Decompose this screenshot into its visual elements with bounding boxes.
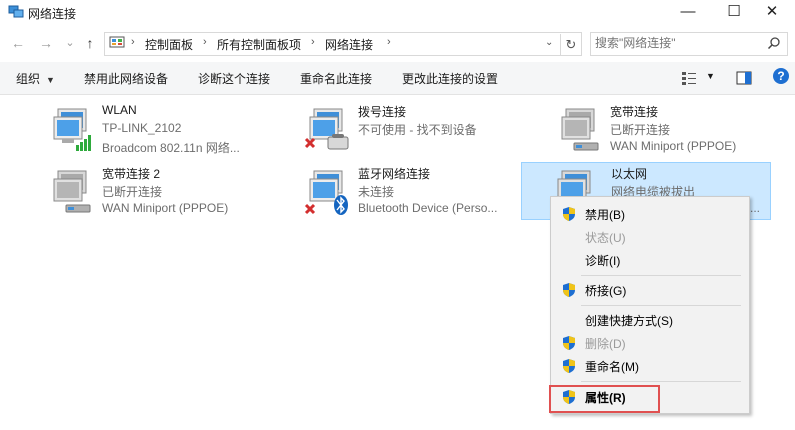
connection-status: 已断开连接 <box>610 123 671 137</box>
connection-name: 宽带连接 2 <box>102 167 161 181</box>
breadcrumb-separator[interactable]: › <box>311 36 315 48</box>
recent-locations-button[interactable]: ⌄ <box>62 35 78 51</box>
minimize-button[interactable]: — <box>665 0 711 26</box>
wireless-network-icon <box>53 108 91 151</box>
up-button[interactable]: ↑ <box>82 35 98 51</box>
address-dropdown-icon[interactable]: ⌄ <box>545 37 553 48</box>
diagnose-button[interactable]: 诊断这个连接 <box>198 70 270 87</box>
change-settings-button[interactable]: 更改此连接的设置 <box>402 70 498 87</box>
menu-item-label: 状态(U) <box>585 231 626 245</box>
breadcrumb-network-connections[interactable]: 网络连接 <box>325 36 373 53</box>
connection-wlan[interactable]: WLAN TP-LINK_2102 Broadcom 802.11n 网络... <box>44 101 294 157</box>
menu-item-delete[interactable]: 删除(D) <box>551 332 749 354</box>
connection-broadband-2[interactable]: 宽带连接 2 已断开连接 WAN Miniport (PPPOE) <box>44 163 294 219</box>
connection-device: Broadcom 802.11n 网络... <box>102 141 240 155</box>
breadcrumb-control-panel[interactable]: 控制面板 <box>145 36 193 53</box>
address-row: ← → ⌄ ↑ › 控制面板 › 所有控制面板项 › 网络连接 › ⌄ ↻ <box>0 30 795 58</box>
breadcrumb-separator[interactable]: › <box>203 36 207 48</box>
context-menu: 禁用(B) 状态(U) 诊断(I) 桥接(G) 创建快捷方式(S) 删除(D) … <box>550 196 750 414</box>
view-dropdown-icon[interactable]: ▼ <box>706 71 715 81</box>
menu-item-status[interactable]: 状态(U) <box>551 226 749 248</box>
menu-item-label: 创建快捷方式(S) <box>585 314 673 328</box>
menu-item-label: 重命名(M) <box>585 360 639 374</box>
uac-shield-icon <box>563 283 575 297</box>
menu-item-disable[interactable]: 禁用(B) <box>551 203 749 225</box>
connection-device: ... <box>750 201 761 215</box>
chevron-down-icon: ▼ <box>46 75 55 85</box>
menu-item-label: 删除(D) <box>585 337 626 351</box>
connection-device: WAN Miniport (PPPOE) <box>102 201 229 215</box>
connection-dialup[interactable]: 拨号连接 不可使用 - 找不到设备 <box>300 101 520 157</box>
connection-bluetooth[interactable]: 蓝牙网络连接 未连接 Bluetooth Device (Perso... <box>300 163 520 219</box>
broadband-network-icon <box>561 108 599 151</box>
close-button[interactable]: ✕ <box>749 0 795 26</box>
title-bar: 网络连接 — ☐ ✕ <box>0 0 795 26</box>
rename-button[interactable]: 重命名此连接 <box>300 70 372 87</box>
disable-device-button[interactable]: 禁用此网络设备 <box>84 70 168 87</box>
connection-name: 宽带连接 <box>610 105 659 119</box>
connection-device: Bluetooth Device (Perso... <box>358 201 498 215</box>
menu-separator <box>581 275 741 276</box>
bluetooth-network-icon <box>304 170 348 215</box>
menu-item-diagnose[interactable]: 诊断(I) <box>551 249 749 271</box>
menu-item-rename[interactable]: 重命名(M) <box>551 355 749 377</box>
organize-label: 组织 <box>16 72 41 86</box>
menu-separator <box>581 381 741 382</box>
network-connections-icon <box>8 5 24 18</box>
search-icon[interactable] <box>767 36 781 50</box>
menu-item-bridge[interactable]: 桥接(G) <box>551 279 749 301</box>
menu-item-label: 禁用(B) <box>585 208 625 222</box>
connection-status: 未连接 <box>358 185 395 199</box>
connection-broadband[interactable]: 宽带连接 已断开连接 WAN Miniport (PPPOE) <box>552 101 772 157</box>
menu-item-label: 桥接(G) <box>585 284 627 298</box>
connection-status: 已断开连接 <box>102 185 163 199</box>
back-button[interactable]: ← <box>10 35 26 51</box>
breadcrumb-separator[interactable]: › <box>387 36 391 48</box>
window-title: 网络连接 <box>28 7 77 21</box>
help-icon[interactable]: ? <box>773 68 789 84</box>
search-input[interactable] <box>595 35 760 51</box>
search-box[interactable] <box>590 32 788 56</box>
connection-name: 拨号连接 <box>358 105 407 119</box>
uac-shield-icon <box>563 359 575 373</box>
control-panel-icon <box>109 36 125 48</box>
dialup-network-icon <box>304 108 349 150</box>
menu-item-create-shortcut[interactable]: 创建快捷方式(S) <box>551 309 749 331</box>
menu-item-label: 诊断(I) <box>585 254 621 268</box>
preview-pane-icon[interactable] <box>736 69 752 87</box>
menu-separator <box>581 305 741 306</box>
properties-highlight-box <box>549 385 660 413</box>
connection-name: 蓝牙网络连接 <box>358 167 431 181</box>
connection-status: 不可使用 - 找不到设备 <box>358 123 477 137</box>
breadcrumb-all-items[interactable]: 所有控制面板项 <box>217 36 301 53</box>
address-bar[interactable]: › 控制面板 › 所有控制面板项 › 网络连接 › ⌄ ↻ <box>104 32 582 56</box>
broadband-network-icon <box>53 170 91 213</box>
connection-name: 以太网 <box>611 167 648 181</box>
command-bar: 组织 ▼ 禁用此网络设备 诊断这个连接 重命名此连接 更改此连接的设置 ▼ <box>0 62 795 95</box>
connection-name: WLAN <box>102 103 137 117</box>
refresh-button[interactable]: ↻ <box>560 34 581 56</box>
organize-menu[interactable]: 组织 ▼ <box>16 70 55 87</box>
breadcrumb-separator: › <box>131 36 135 48</box>
connection-device: WAN Miniport (PPPOE) <box>610 139 737 153</box>
uac-shield-icon <box>563 336 575 350</box>
uac-shield-icon <box>563 207 575 221</box>
view-options-icon[interactable] <box>681 69 697 87</box>
connection-status: TP-LINK_2102 <box>102 121 182 135</box>
forward-button[interactable]: → <box>38 35 54 51</box>
